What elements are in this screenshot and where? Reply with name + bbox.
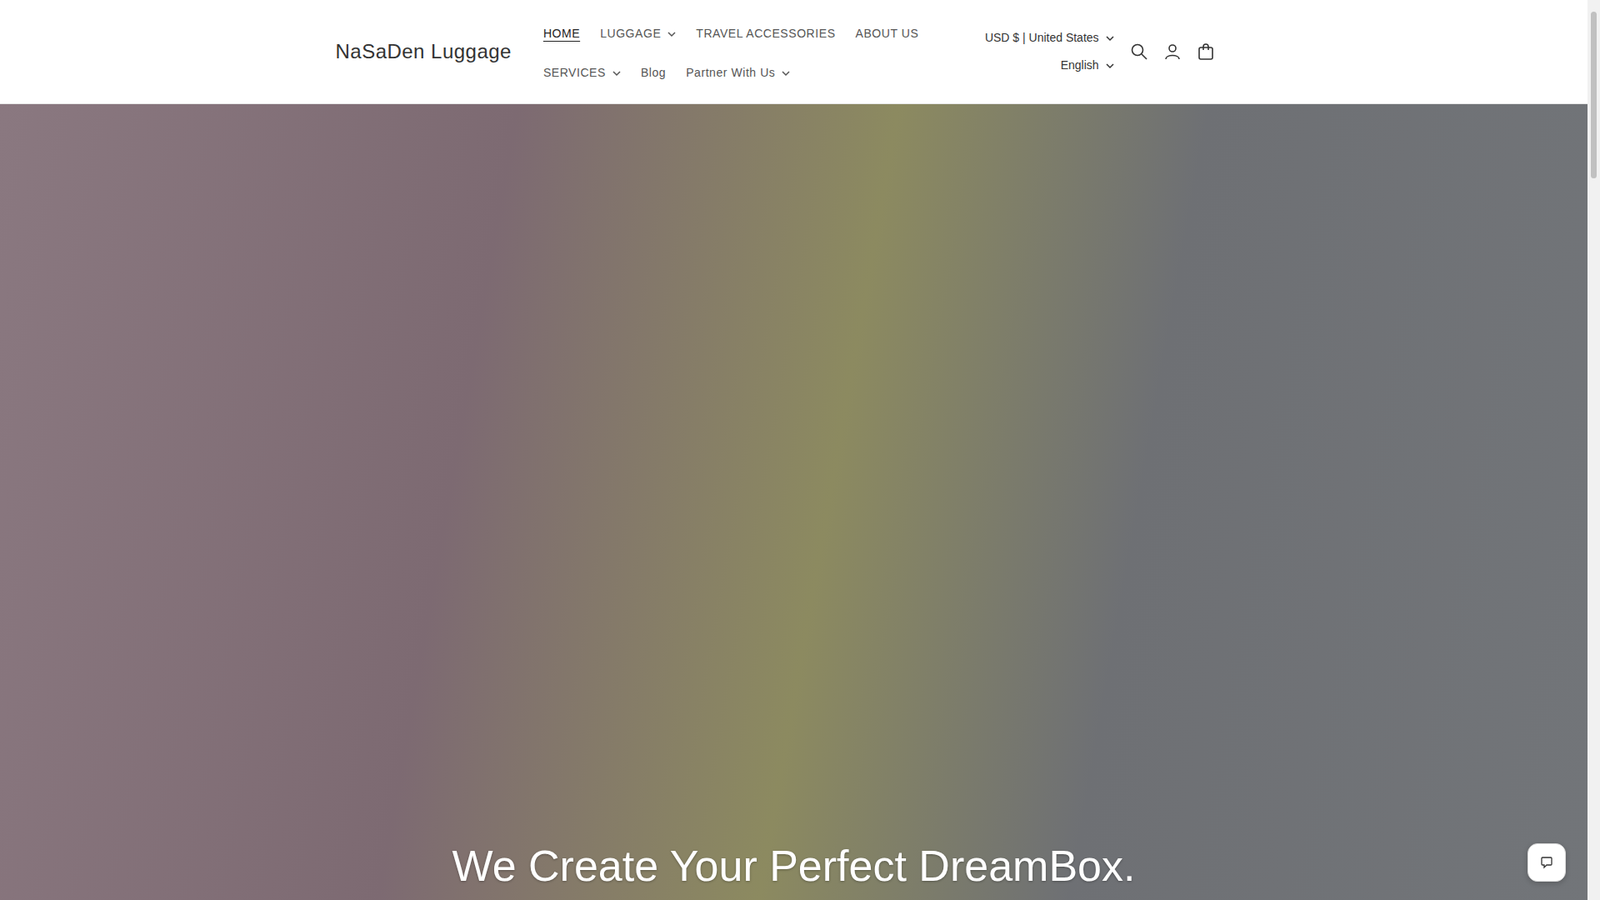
hero-banner: We Create Your Perfect DreamBox. <box>0 104 1588 900</box>
nav-item[interactable]: HOME <box>543 20 580 48</box>
nav-item[interactable]: LUGGAGE <box>600 20 676 48</box>
nav-label: SERVICES <box>543 64 606 82</box>
nav-item[interactable]: Blog <box>640 59 666 87</box>
currency-label: USD $ | United States <box>985 29 1100 47</box>
account-icon[interactable] <box>1162 41 1183 62</box>
nav-item[interactable]: ABOUT US <box>855 20 920 48</box>
nav-item[interactable]: TRAVEL ACCESSORIES <box>695 20 835 48</box>
chat-icon <box>1540 855 1554 870</box>
site-header: NaSaDen Luggage HOME LUGGAGE TRAVEL ACCESS… <box>0 0 1588 105</box>
hero-headline: We Create Your Perfect DreamBox. <box>452 840 1136 892</box>
main-nav: HOME LUGGAGE TRAVEL ACCESSORIES ABOUT US SER… <box>543 16 985 87</box>
cart-icon[interactable] <box>1195 41 1216 62</box>
nav-label: LUGGAGE <box>600 25 661 43</box>
scrollbar[interactable] <box>1587 0 1600 900</box>
chevron-down-icon <box>667 30 676 39</box>
chat-button[interactable] <box>1527 843 1566 882</box>
nav-label: Partner With Us <box>685 64 775 82</box>
nav-label: ABOUT US <box>855 25 920 43</box>
currency-selector[interactable]: USD $ | United States <box>985 29 1115 47</box>
chevron-down-icon <box>612 69 621 78</box>
nav-item[interactable]: Partner With Us <box>685 59 790 87</box>
search-icon[interactable] <box>1129 41 1150 62</box>
nav-label: HOME <box>543 25 580 43</box>
language-selector[interactable]: English <box>1060 56 1115 75</box>
chevron-down-icon <box>781 69 790 78</box>
chevron-down-icon <box>1105 34 1115 43</box>
nav-label: Blog <box>640 64 666 82</box>
chevron-down-icon <box>1105 61 1115 70</box>
language-label: English <box>1060 56 1100 75</box>
brand-logo[interactable]: NaSaDen Luggage <box>335 36 512 67</box>
scrollbar-thumb[interactable] <box>1590 11 1597 179</box>
locale-selectors: USD $ | United States English <box>985 29 1115 75</box>
nav-item[interactable]: SERVICES <box>543 59 621 87</box>
nav-label: TRAVEL ACCESSORIES <box>695 25 835 43</box>
